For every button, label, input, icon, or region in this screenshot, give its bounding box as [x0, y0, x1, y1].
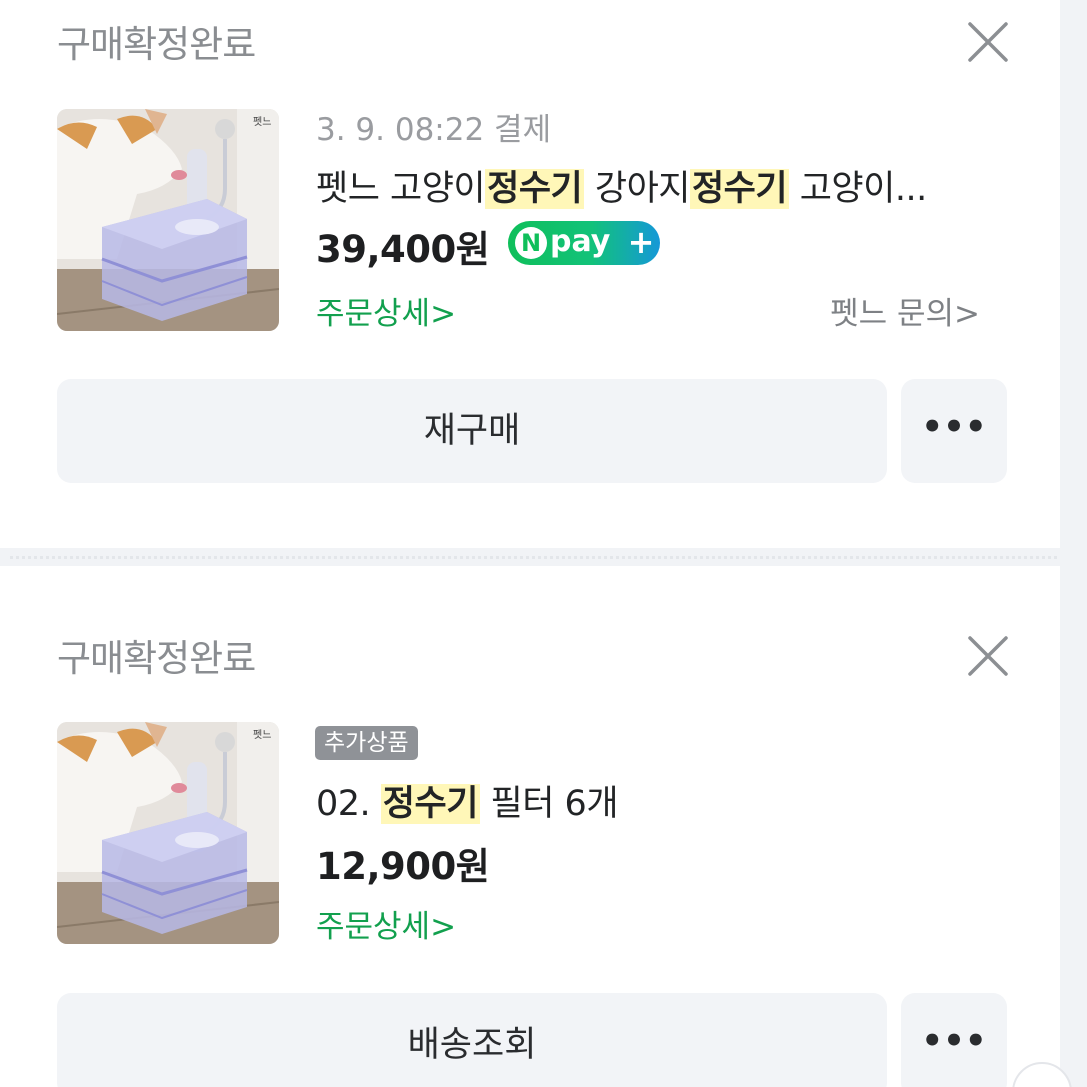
title-highlight: 정수기: [380, 784, 480, 824]
order-card-1: 구매확정완료 펫느 3. 9. 08:22 결제 펫느 고양이정수기 강아지정수…: [0, 0, 1060, 548]
dotted-divider: [10, 556, 1057, 559]
add-on-product-badge: 추가상품: [315, 726, 418, 760]
title-text: 강아지: [584, 169, 691, 209]
product-price: 12,900원: [316, 845, 490, 888]
product-thumbnail[interactable]: 펫느: [57, 722, 279, 944]
product-title[interactable]: 02. 정수기 필터 6개: [316, 775, 619, 826]
order-status: 구매확정완료: [57, 23, 256, 66]
track-delivery-button[interactable]: 배송조회: [57, 993, 887, 1087]
payment-info: 3. 9. 08:22 결제: [316, 112, 552, 148]
more-icon[interactable]: •••: [901, 993, 1007, 1087]
npay-text: pay: [550, 224, 611, 259]
card-separator: [0, 548, 1087, 566]
product-thumbnail[interactable]: 펫느: [57, 109, 279, 331]
thumbnail-brand: 펫느: [253, 729, 271, 741]
close-icon[interactable]: [962, 16, 1014, 68]
product-price: 39,400원: [316, 228, 490, 271]
title-highlight: 정수기: [485, 169, 585, 209]
title-highlight: 정수기: [689, 169, 790, 209]
npay-logo: N pay +: [508, 221, 660, 265]
order-card-2: 구매확정완료 펫느 추가상품 02. 정수기 필터 6개 12,900원 주문상…: [0, 566, 1060, 1087]
order-detail-link[interactable]: 주문상세>: [316, 288, 456, 333]
close-icon[interactable]: [962, 630, 1014, 682]
title-text: 고양이...: [789, 169, 927, 209]
repurchase-button[interactable]: 재구매: [57, 379, 887, 483]
thumbnail-brand: 펫느: [253, 116, 271, 128]
npay-n-icon: N: [515, 227, 547, 259]
title-text: 펫느 고양이: [316, 169, 486, 209]
seller-inquiry-link[interactable]: 펫느 문의>: [830, 288, 980, 333]
order-status: 구매확정완료: [57, 637, 256, 680]
title-text: 필터 6개: [479, 784, 619, 824]
product-title[interactable]: 펫느 고양이정수기 강아지정수기 고양이...: [316, 160, 927, 211]
plus-icon: +: [627, 223, 655, 261]
order-detail-link[interactable]: 주문상세>: [316, 901, 456, 946]
title-text: 02.: [316, 784, 381, 824]
more-icon[interactable]: •••: [901, 379, 1007, 483]
